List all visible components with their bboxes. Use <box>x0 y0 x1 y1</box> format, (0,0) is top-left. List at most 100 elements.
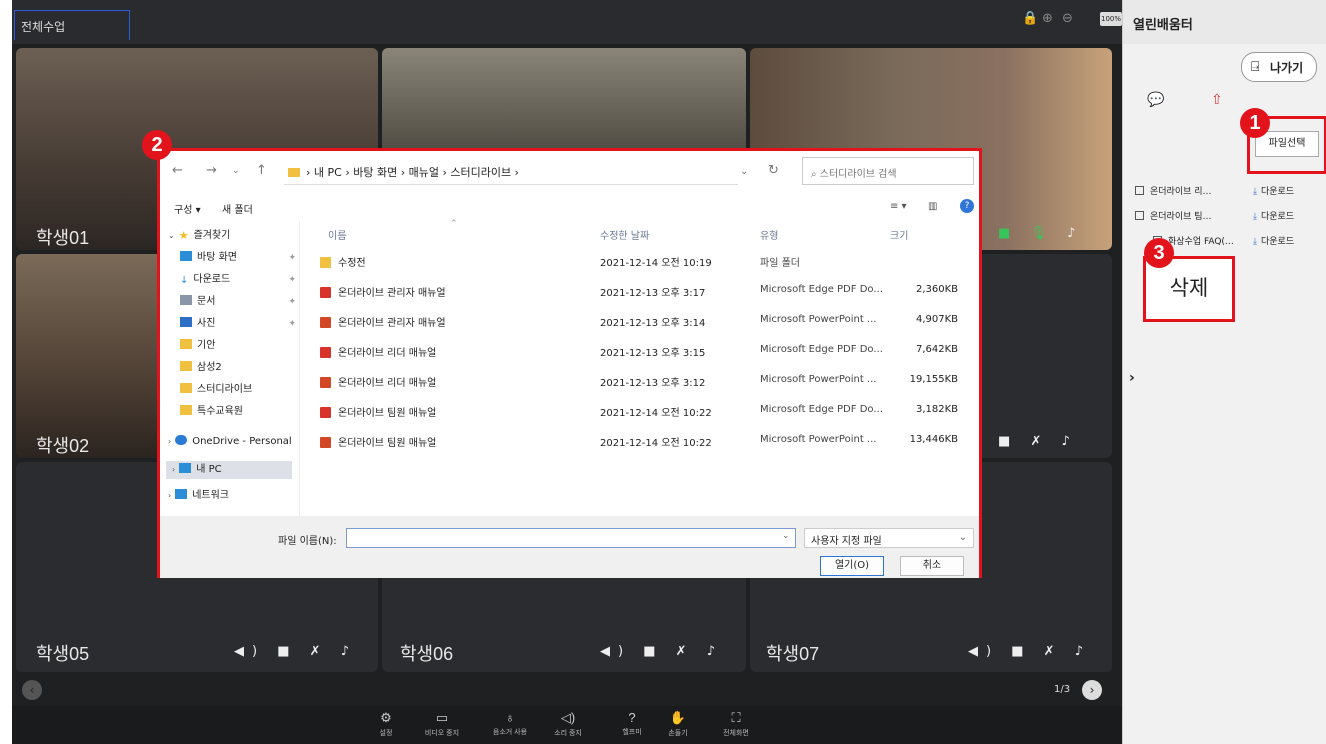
speaker-icon[interactable]: ♪ <box>1067 226 1083 241</box>
mute-button[interactable]: ♁ 음소거 사용 <box>492 710 528 737</box>
video-stop-button[interactable]: ▭ 비디오 중지 <box>424 710 460 738</box>
camera-icon[interactable]: ■ <box>998 434 1018 449</box>
mic-off-icon[interactable]: ✗ <box>310 644 329 659</box>
pin-icon: ✦ <box>288 253 296 263</box>
lock-icon[interactable]: 🔒 <box>1022 11 1038 26</box>
chevron-right-icon[interactable]: › <box>1129 370 1135 386</box>
file-item[interactable]: 온더라이브 팀… <box>1135 209 1212 222</box>
organize-menu[interactable]: 구성 ▾ <box>174 201 201 216</box>
filename-input[interactable] <box>346 528 796 548</box>
mic-off-icon[interactable]: ✗ <box>676 644 695 659</box>
nav-folder[interactable]: 삼성2 <box>180 359 306 377</box>
file-date: 2021-12-14 오전 10:22 <box>600 408 712 419</box>
prev-page-button[interactable]: ‹ <box>22 680 42 700</box>
new-folder-button[interactable]: 새 폴더 <box>222 201 253 216</box>
zoom-in-icon[interactable]: ⊕ <box>1042 11 1053 26</box>
tab-all-class[interactable]: 전체수업 <box>14 10 130 40</box>
right-panel: 열린배움터 나가기 ⍈ 💬 ⇧ 파일선택 온더라이브 리… ⤓ 다운로드 온더라이… <box>1122 0 1326 744</box>
speaker-icon[interactable]: ♪ <box>341 644 357 659</box>
speaker-icon[interactable]: ♪ <box>707 644 723 659</box>
volume-icon[interactable]: ◀) <box>968 644 999 659</box>
nav-favorites[interactable]: ⌄ ★ 즐겨찾기 <box>168 227 294 245</box>
nav-downloads[interactable]: ↓ 다운로드 ✦ <box>180 271 306 289</box>
open-button[interactable]: 열기(O) <box>820 556 884 576</box>
col-size[interactable]: 크기 <box>890 227 908 242</box>
chat-icon[interactable]: 💬 <box>1147 92 1164 108</box>
page-indicator: 1/3 <box>1054 684 1071 695</box>
mic-off-icon[interactable]: ✗ <box>1030 434 1049 449</box>
camera-icon[interactable]: ■ <box>643 644 663 659</box>
speaker-icon[interactable]: ♪ <box>1075 644 1091 659</box>
pdf-icon <box>320 287 331 298</box>
file-row[interactable]: 수정전 2021-12-14 오전 10:19 파일 폴더 <box>310 249 970 273</box>
nav-folder[interactable]: 스터디라이브 <box>180 381 306 399</box>
col-type[interactable]: 유형 <box>760 227 778 242</box>
download-button[interactable]: ⤓ 다운로드 <box>1253 234 1294 247</box>
file-row[interactable]: 온더라이브 팀원 매뉴얼 2021-12-14 오전 10:22 Microsoft… <box>310 399 970 423</box>
forward-icon[interactable]: → <box>206 163 217 178</box>
refresh-icon[interactable]: ↻ <box>768 163 779 178</box>
filetype-select[interactable]: 사용자 지정 파일 ⌄ <box>804 528 974 548</box>
nav-label: 바탕 화면 <box>197 252 237 263</box>
camera-icon[interactable]: ■ <box>998 226 1018 241</box>
speaker-icon[interactable]: ♪ <box>1061 434 1077 449</box>
file-row[interactable]: 온더라이브 관리자 매뉴얼 2021-12-13 오후 3:17 Microsoft… <box>310 279 970 303</box>
file-size: 7,642KB <box>915 344 958 355</box>
search-input[interactable]: ⌕ 스터디라이브 검색 <box>802 157 974 185</box>
preview-pane-icon[interactable]: ▥ <box>928 201 937 212</box>
zoom-level[interactable]: 100% <box>1100 12 1122 26</box>
download-label: 다운로드 <box>1260 212 1295 222</box>
path-box[interactable]: › 내 PC › 바탕 화면 › 매뉴얼 › 스터디라이브 › <box>284 157 738 185</box>
nav-label: 스터디라이브 <box>197 384 253 395</box>
mic-icon[interactable]: 🎙 <box>1030 226 1055 241</box>
nav-folder[interactable]: 특수교육원 <box>180 403 306 421</box>
next-page-button[interactable]: › <box>1082 680 1102 700</box>
file-size: 13,446KB <box>909 434 958 445</box>
col-date[interactable]: 수정한 날짜 <box>600 227 649 242</box>
file-item[interactable]: 온더라이브 리… <box>1135 184 1212 197</box>
file-row[interactable]: 온더라이브 리더 매뉴얼 2021-12-13 오후 3:12 Microsoft … <box>310 369 970 393</box>
volume-icon[interactable]: ◀) <box>234 644 265 659</box>
nav-pictures[interactable]: 사진 ✦ <box>180 315 306 333</box>
nav-label: OneDrive - Personal <box>192 436 292 447</box>
chevron-down-icon[interactable]: ⌄ <box>782 531 790 541</box>
settings-button[interactable]: ⚙ 설정 <box>368 710 404 738</box>
nav-onedrive[interactable]: › OneDrive - Personal <box>168 433 294 451</box>
cancel-button[interactable]: 취소 <box>900 556 964 576</box>
back-icon[interactable]: ← <box>172 163 183 178</box>
sound-stop-button[interactable]: ◁) 소리 중지 <box>550 710 586 738</box>
file-row[interactable]: 온더라이브 리더 매뉴얼 2021-12-13 오후 3:15 Microsoft … <box>310 339 970 363</box>
history-chevron-icon[interactable]: ⌄ <box>232 166 240 176</box>
nav-folder[interactable]: 기안 <box>180 337 306 355</box>
zoom-out-icon[interactable]: ⊖ <box>1062 11 1073 26</box>
camera-icon[interactable]: ■ <box>1011 644 1031 659</box>
nav-this-pc[interactable]: › 내 PC <box>166 461 292 479</box>
volume-icon[interactable]: ◀) <box>600 644 631 659</box>
checkbox[interactable] <box>1135 211 1144 220</box>
nav-label: 즐겨찾기 <box>193 230 231 241</box>
download-button[interactable]: ⤓ 다운로드 <box>1253 209 1294 222</box>
help-icon[interactable]: ? <box>960 199 974 213</box>
nav-desktop[interactable]: 바탕 화면 ✦ <box>180 249 306 267</box>
camera-icon[interactable]: ■ <box>277 644 297 659</box>
top-bar: 전체수업 🔒 ⊕ ⊖ 100% <box>12 0 1122 44</box>
up-icon[interactable]: ↑ <box>256 163 267 178</box>
step-badge-3: 3 <box>1144 238 1174 268</box>
upload-icon[interactable]: ⇧ <box>1211 92 1223 108</box>
file-row[interactable]: 온더라이브 팀원 매뉴얼 2021-12-14 오전 10:22 Microsoft… <box>310 429 970 453</box>
nav-network[interactable]: › 네트워크 <box>168 487 294 505</box>
view-menu-icon[interactable]: ≡ ▾ <box>890 201 907 212</box>
mic-off-icon[interactable]: ✗ <box>1044 644 1063 659</box>
file-row[interactable]: 온더라이브 관리자 매뉴얼 2021-12-13 오후 3:14 Microsoft… <box>310 309 970 333</box>
download-button[interactable]: ⤓ 다운로드 <box>1253 184 1294 197</box>
col-name[interactable]: 이름 <box>328 227 346 242</box>
raise-hand-button[interactable]: ✋ 손들기 <box>660 710 696 738</box>
network-icon <box>175 489 188 499</box>
nav-label: 사진 <box>197 318 216 329</box>
checkbox[interactable] <box>1135 186 1144 195</box>
help-me-button[interactable]: ? 헬프미 <box>614 710 650 737</box>
path-dropdown-icon[interactable]: ⌄ <box>740 166 748 177</box>
fullscreen-button[interactable]: ⛶ 전체화면 <box>718 710 754 738</box>
nav-documents[interactable]: 문서 ✦ <box>180 293 306 311</box>
tile-status-icons: ◀) ■ ✗ ♪ <box>968 644 1091 659</box>
